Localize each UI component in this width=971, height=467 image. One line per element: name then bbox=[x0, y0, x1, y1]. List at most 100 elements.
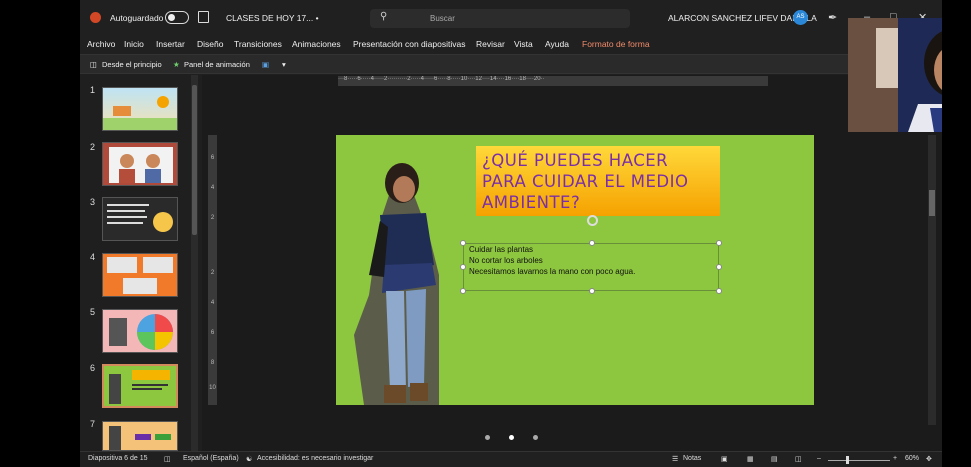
avatar[interactable]: AS bbox=[793, 10, 808, 25]
tab-archivo[interactable]: Archivo bbox=[87, 39, 115, 49]
thumb-number: 5 bbox=[90, 307, 96, 317]
ruler-mark: 6 bbox=[210, 155, 215, 161]
ruler-mark: 4 bbox=[210, 300, 215, 306]
ruler-mark: 2 bbox=[210, 270, 215, 276]
zoom-in-icon[interactable]: + bbox=[893, 455, 897, 462]
tab-diseno[interactable]: Diseño bbox=[197, 39, 223, 49]
zoom-out-icon[interactable]: – bbox=[817, 455, 821, 462]
search-box[interactable] bbox=[370, 9, 630, 28]
webcam-video bbox=[848, 18, 942, 132]
thumb-number: 7 bbox=[90, 419, 96, 429]
zoom-slider-thumb[interactable] bbox=[846, 456, 849, 464]
page-dot[interactable] bbox=[485, 435, 490, 440]
thumbnail-slide-3[interactable] bbox=[102, 197, 178, 241]
slide-thumbnails-panel: 1 2 3 4 5 6 7 bbox=[80, 75, 198, 451]
vertical-ruler: 6 4 2 2 4 6 8 10 bbox=[208, 135, 217, 405]
slide-title[interactable]: ¿QUÉ PUEDES HACER PARA CUIDAR EL MEDIO A… bbox=[482, 150, 714, 213]
fit-slide-icon[interactable]: ✥ bbox=[926, 455, 932, 463]
animation-pane-button[interactable]: Panel de animación bbox=[184, 60, 250, 69]
thumbnail-art bbox=[107, 204, 173, 232]
thumbnail-art bbox=[107, 257, 173, 294]
tab-transiciones[interactable]: Transiciones bbox=[234, 39, 282, 49]
slide-counter: Diapositiva 6 de 15 bbox=[88, 455, 148, 462]
ruler-mark: 4 bbox=[210, 185, 215, 191]
student-photo[interactable] bbox=[344, 155, 439, 405]
content-text-box[interactable]: Cuidar las plantas No cortar los arboles… bbox=[463, 243, 719, 291]
slide-scrollbar[interactable] bbox=[928, 135, 936, 425]
thumbnail-slide-5[interactable] bbox=[102, 309, 178, 353]
rotate-handle[interactable] bbox=[587, 215, 598, 226]
thumbnails-scrollbar[interactable] bbox=[191, 75, 198, 451]
ribbon-tabs: Archivo Inicio Insertar Diseño Transicio… bbox=[80, 36, 942, 54]
language-status[interactable]: Español (España) bbox=[183, 455, 239, 462]
scroll-thumb[interactable] bbox=[192, 85, 197, 235]
thumbnail-slide-6[interactable] bbox=[102, 364, 178, 408]
thumbnail-art bbox=[109, 314, 173, 350]
horizontal-ruler: ···8·····6·····4·····2··········2·····4·… bbox=[338, 76, 768, 86]
save-icon[interactable] bbox=[198, 11, 209, 23]
reading-view-icon[interactable]: ▤ bbox=[771, 455, 778, 463]
ruler-mark: 6 bbox=[210, 330, 215, 336]
resize-handle[interactable] bbox=[716, 240, 722, 246]
notes-button[interactable]: Notas bbox=[683, 455, 701, 462]
zoom-slider[interactable] bbox=[828, 460, 890, 461]
tab-revisar[interactable]: Revisar bbox=[476, 39, 505, 49]
customize-toolbar-icon[interactable]: ▾ bbox=[282, 60, 286, 69]
page-dot[interactable] bbox=[533, 435, 538, 440]
accessibility-status[interactable]: Accesibilidad: es necesario investigar bbox=[257, 455, 373, 462]
thumb-number: 6 bbox=[90, 363, 96, 373]
thumbnail-art bbox=[109, 426, 171, 450]
slide-sorter-icon[interactable]: ▦ bbox=[747, 455, 754, 463]
bullet-line[interactable]: No cortar los arboles bbox=[464, 255, 718, 266]
slide-title-box[interactable]: ¿QUÉ PUEDES HACER PARA CUIDAR EL MEDIO A… bbox=[476, 146, 720, 216]
tab-inicio[interactable]: Inicio bbox=[124, 39, 144, 49]
resize-handle[interactable] bbox=[589, 240, 595, 246]
resize-handle[interactable] bbox=[589, 288, 595, 294]
slideshow-icon: ◫ bbox=[90, 60, 98, 69]
accessibility-icon: ☯ bbox=[246, 456, 253, 463]
thumb-number: 3 bbox=[90, 197, 96, 207]
slideshow-view-icon[interactable]: ◫ bbox=[795, 455, 802, 463]
tab-presentacion[interactable]: Presentación con diapositivas bbox=[353, 39, 465, 49]
autosave-toggle[interactable] bbox=[165, 11, 189, 24]
screen-icon[interactable]: ▣ bbox=[262, 60, 269, 69]
thumbnail-art bbox=[109, 147, 173, 183]
animation-icon: ★ bbox=[173, 60, 180, 69]
resize-handle[interactable] bbox=[460, 240, 466, 246]
scroll-thumb[interactable] bbox=[929, 190, 935, 216]
tab-formato-de-forma[interactable]: Formato de forma bbox=[582, 39, 650, 49]
thumbnail-slide-4[interactable] bbox=[102, 253, 178, 297]
ruler-mark: 8 bbox=[210, 360, 215, 366]
normal-view-icon[interactable]: ▣ bbox=[721, 455, 728, 463]
from-start-button[interactable]: Desde el principio bbox=[102, 60, 162, 69]
tab-animaciones[interactable]: Animaciones bbox=[292, 39, 341, 49]
thumbnail-slide-1[interactable] bbox=[102, 87, 178, 131]
slide-canvas[interactable]: ¿QUÉ PUEDES HACER PARA CUIDAR EL MEDIO A… bbox=[336, 135, 814, 405]
pen-icon[interactable]: ✒ bbox=[828, 11, 837, 24]
search-icon: ⚲ bbox=[380, 11, 388, 22]
thumbnail-art bbox=[103, 96, 177, 130]
page-dot[interactable] bbox=[509, 435, 514, 440]
notes-layout-icon[interactable]: ◫ bbox=[164, 455, 171, 463]
powerpoint-logo-icon bbox=[90, 12, 101, 23]
thumb-number: 2 bbox=[90, 142, 96, 152]
resize-handle[interactable] bbox=[716, 264, 722, 270]
thumbnail-slide-7[interactable] bbox=[102, 421, 178, 451]
tab-insertar[interactable]: Insertar bbox=[156, 39, 185, 49]
resize-handle[interactable] bbox=[716, 288, 722, 294]
tab-ayuda[interactable]: Ayuda bbox=[545, 39, 569, 49]
zoom-level[interactable]: 60% bbox=[905, 455, 919, 462]
thumbnail-slide-2[interactable] bbox=[102, 142, 178, 186]
webcam-overlay bbox=[848, 18, 942, 132]
search-input[interactable]: Buscar bbox=[430, 14, 455, 23]
resize-handle[interactable] bbox=[460, 264, 466, 270]
ruler-mark: 10 bbox=[209, 385, 216, 391]
thumb-number: 1 bbox=[90, 85, 96, 95]
bullet-line[interactable]: Necesitamos lavarnos la mano con poco ag… bbox=[464, 266, 718, 277]
toggle-knob bbox=[168, 14, 175, 21]
document-title[interactable]: CLASES DE HOY 17... • bbox=[226, 13, 319, 23]
resize-handle[interactable] bbox=[460, 288, 466, 294]
thumb-number: 4 bbox=[90, 252, 96, 262]
tab-vista[interactable]: Vista bbox=[514, 39, 533, 49]
title-bar: Autoguardado CLASES DE HOY 17... • ⚲ Bus… bbox=[80, 0, 942, 36]
